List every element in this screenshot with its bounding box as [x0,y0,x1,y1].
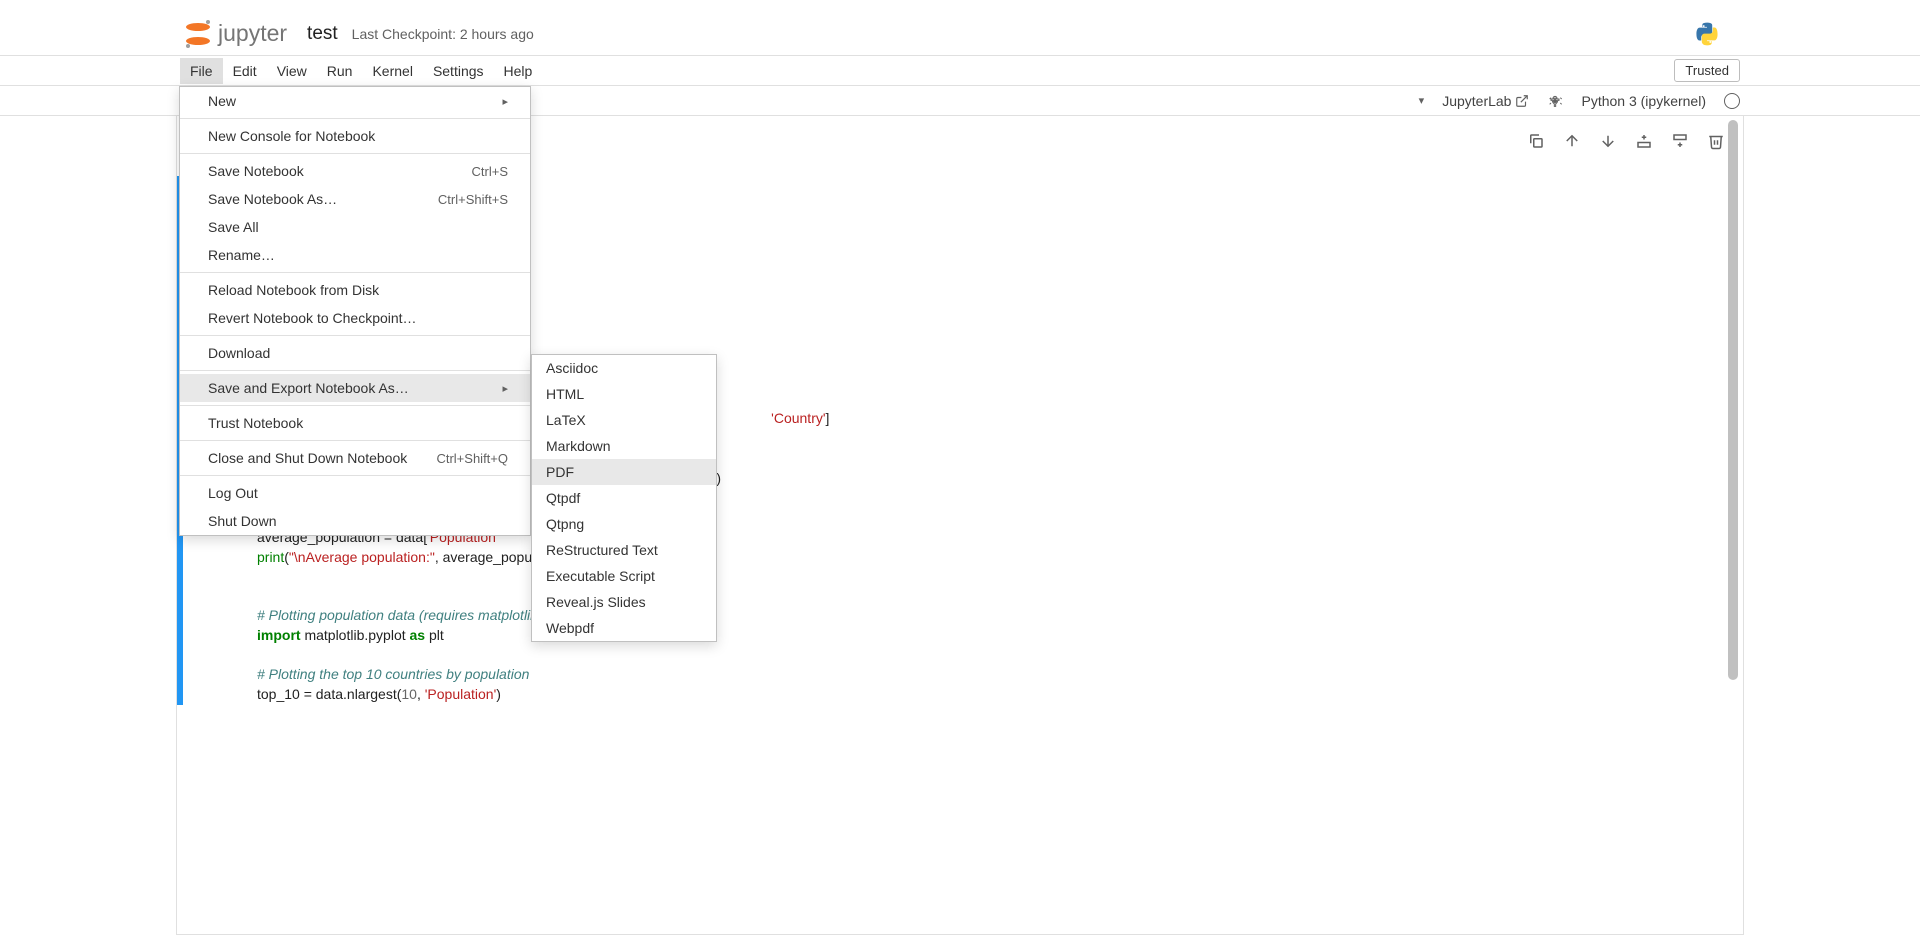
move-up-icon[interactable] [1563,132,1581,150]
scrollbar[interactable] [1726,120,1740,920]
menu-export[interactable]: Save and Export Notebook As…▸ [180,374,530,402]
export-latex[interactable]: LaTeX [532,407,716,433]
header: jupyter test Last Checkpoint: 2 hours ag… [0,12,1920,56]
insert-above-icon[interactable] [1635,132,1653,150]
jupyterlab-label: JupyterLab [1442,93,1511,109]
export-pdf[interactable]: PDF [532,459,716,485]
external-link-icon [1515,94,1529,108]
debugger-icon[interactable] [1547,93,1563,109]
export-script[interactable]: Executable Script [532,563,716,589]
menu-reload[interactable]: Reload Notebook from Disk [180,276,530,304]
menu-rename[interactable]: Rename… [180,241,530,269]
menu-file[interactable]: File [180,58,223,84]
menu-new[interactable]: New▸ [180,87,530,115]
export-rst[interactable]: ReStructured Text [532,537,716,563]
menu-close[interactable]: Close and Shut Down NotebookCtrl+Shift+Q [180,444,530,472]
delete-icon[interactable] [1707,132,1725,150]
notebook-title[interactable]: test [307,23,338,45]
menu-trust[interactable]: Trust Notebook [180,409,530,437]
menu-shutdown[interactable]: Shut Down [180,507,530,535]
menu-logout[interactable]: Log Out [180,479,530,507]
export-webpdf[interactable]: Webpdf [532,615,716,641]
export-submenu: Asciidoc HTML LaTeX Markdown PDF Qtpdf Q… [531,354,717,642]
menu-save-all[interactable]: Save All [180,213,530,241]
kernel-status-icon[interactable] [1724,93,1740,109]
menu-settings[interactable]: Settings [423,58,494,84]
menu-edit[interactable]: Edit [223,58,267,84]
menu-run[interactable]: Run [317,58,363,84]
menu-save-as[interactable]: Save Notebook As…Ctrl+Shift+S [180,185,530,213]
cell-toolbar [1527,132,1725,150]
export-qtpng[interactable]: Qtpng [532,511,716,537]
kernel-name[interactable]: Python 3 (ipykernel) [1581,93,1706,109]
python-logo-icon [1694,21,1720,47]
checkpoint-label: Last Checkpoint: 2 hours ago [352,26,534,42]
export-asciidoc[interactable]: Asciidoc [532,355,716,381]
menu-kernel[interactable]: Kernel [362,58,422,84]
jupyter-text: jupyter [218,20,287,47]
move-down-icon[interactable] [1599,132,1617,150]
duplicate-icon[interactable] [1527,132,1545,150]
menu-save[interactable]: Save NotebookCtrl+S [180,157,530,185]
menu-new-console[interactable]: New Console for Notebook [180,122,530,150]
trusted-badge[interactable]: Trusted [1674,59,1740,82]
menu-download[interactable]: Download [180,339,530,367]
notebook-toolbar-chevron-icon[interactable]: ▾ [1419,94,1425,107]
menu-view[interactable]: View [267,58,317,84]
export-markdown[interactable]: Markdown [532,433,716,459]
jupyter-logo[interactable]: jupyter [184,20,287,48]
jupyterlab-link[interactable]: JupyterLab [1442,93,1529,109]
menu-help[interactable]: Help [494,58,543,84]
menu-revert[interactable]: Revert Notebook to Checkpoint… [180,304,530,332]
menubar: File Edit View Run Kernel Settings Help … [0,56,1920,86]
export-html[interactable]: HTML [532,381,716,407]
export-reveal[interactable]: Reveal.js Slides [532,589,716,615]
insert-below-icon[interactable] [1671,132,1689,150]
export-qtpdf[interactable]: Qtpdf [532,485,716,511]
file-dropdown: New▸ New Console for Notebook Save Noteb… [179,86,531,536]
scrollbar-thumb[interactable] [1728,120,1738,680]
